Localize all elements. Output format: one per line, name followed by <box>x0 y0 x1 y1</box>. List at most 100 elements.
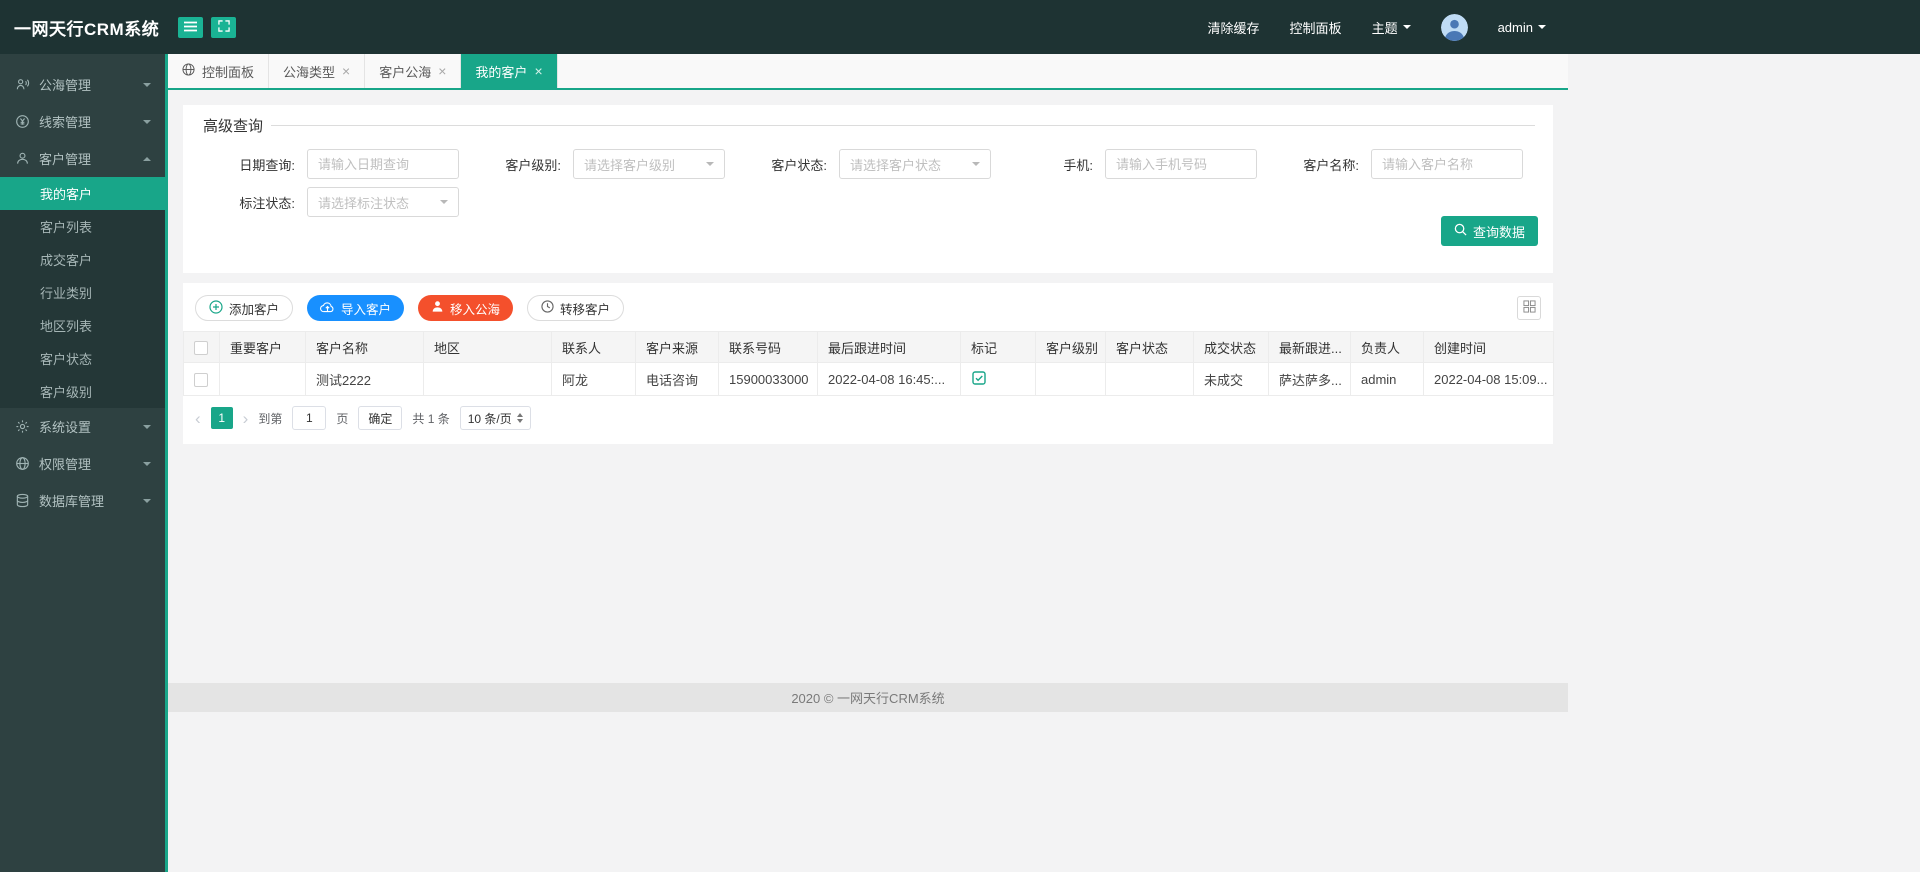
column-header: 联系人 <box>551 331 636 363</box>
button-label: 转移客户 <box>560 302 611 317</box>
import-customer-button[interactable]: 导入客户 <box>307 295 405 321</box>
chevron-down-icon <box>143 498 151 503</box>
chevron-down-icon <box>143 119 151 124</box>
phone-input[interactable] <box>1105 149 1257 179</box>
fullscreen-button[interactable] <box>211 16 236 38</box>
subitem-label: 行业类别 <box>40 286 93 301</box>
next-page-button[interactable]: › <box>243 410 249 427</box>
mark-status-select[interactable]: 请选择标注状态 <box>307 187 459 217</box>
select-placeholder: 请选择客户状态 <box>850 157 942 173</box>
cell-created-time: 2022-04-08 15:09... <box>1423 362 1554 396</box>
select-spinner-icon <box>516 413 523 423</box>
row-checkbox[interactable] <box>194 372 208 387</box>
sidebar-item-customers[interactable]: 客户管理 <box>0 140 165 177</box>
cell-source: 电话咨询 <box>635 362 719 396</box>
column-settings-button[interactable] <box>1517 296 1541 320</box>
tab-close-icon[interactable]: × <box>534 64 542 78</box>
search-data-button[interactable]: 查询数据 <box>1440 216 1538 246</box>
sidebar-item-database[interactable]: 数据库管理 <box>0 482 165 519</box>
cell-contact: 阿龙 <box>551 362 636 396</box>
tab-control-panel[interactable]: 控制面板 <box>168 54 270 88</box>
cell-customer-name: 测试2222 <box>305 362 424 396</box>
customer-level-select[interactable]: 请选择客户级别 <box>573 149 725 179</box>
control-panel-link[interactable]: 控制面板 <box>1290 18 1342 37</box>
app-title: 一网天行CRM系统 <box>14 19 160 39</box>
chevron-down-icon <box>440 200 448 204</box>
query-row-1: 日期查询: 客户级别: 请选择客户级别 客户状态: 请选择客户状态 手机: <box>195 149 1553 179</box>
tab-public-sea-type[interactable]: 公海类型 × <box>269 54 366 88</box>
table-header-row: 重要客户 客户名称 地区 联系人 客户来源 联系号码 最后跟进时间 标记 客户级… <box>183 331 1554 363</box>
transfer-customer-button[interactable]: 转移客户 <box>527 295 625 321</box>
customer-status-select[interactable]: 请选择客户状态 <box>839 149 991 179</box>
hamburger-icon <box>184 20 197 35</box>
announce-icon <box>14 77 30 92</box>
tab-close-icon[interactable]: × <box>438 64 446 78</box>
sidebar-item-public-sea[interactable]: 公海管理 <box>0 66 165 103</box>
sidebar-item-permissions[interactable]: 权限管理 <box>0 445 165 482</box>
sidebar-subitem-customer-status[interactable]: 客户状态 <box>0 342 165 375</box>
cell-phone: 15900033000 <box>718 362 818 396</box>
column-header: 客户名称 <box>305 331 424 363</box>
column-header: 客户来源 <box>635 331 719 363</box>
customer-table: 重要客户 客户名称 地区 联系人 客户来源 联系号码 最后跟进时间 标记 客户级… <box>183 331 1554 396</box>
button-label: 移入公海 <box>450 302 501 317</box>
avatar[interactable] <box>1440 13 1468 41</box>
globe-icon <box>14 456 30 471</box>
tab-label: 我的客户 <box>475 64 528 80</box>
page-size-select[interactable]: 10 条/页 <box>459 406 531 430</box>
user-menu[interactable]: admin <box>1498 20 1546 35</box>
fullscreen-icon <box>217 19 230 35</box>
total-count-label: 共 1 条 <box>412 411 450 426</box>
sidebar-item-system-settings[interactable]: 系统设置 <box>0 408 165 445</box>
person-icon <box>431 300 444 316</box>
sidebar-subitem-customer-list[interactable]: 客户列表 <box>0 210 165 243</box>
sidebar-subitem-my-customers[interactable]: 我的客户 <box>0 177 165 210</box>
sidebar-toggle-button[interactable] <box>178 16 203 38</box>
cell-region <box>423 362 552 396</box>
column-header: 最新跟进... <box>1268 331 1351 363</box>
column-header: 标记 <box>960 331 1036 363</box>
select-all-checkbox[interactable] <box>194 340 208 355</box>
subitem-label: 我的客户 <box>40 187 93 202</box>
move-to-public-sea-button[interactable]: 移入公海 <box>418 295 514 321</box>
gear-icon <box>14 419 30 434</box>
date-query-input[interactable] <box>307 149 459 179</box>
cell-important <box>219 362 306 396</box>
query-row-2: 标注状态: 请选择标注状态 <box>195 187 1553 217</box>
sidebar-subitem-customer-level[interactable]: 客户级别 <box>0 375 165 408</box>
mark-check-icon[interactable] <box>971 370 987 389</box>
clear-cache-link[interactable]: 清除缓存 <box>1208 18 1260 37</box>
customer-name-input[interactable] <box>1371 149 1523 179</box>
column-header: 成交状态 <box>1193 331 1269 363</box>
advanced-query-panel: 高级查询 日期查询: 客户级别: 请选择客户级别 客户状态: 请选择客户状态 <box>183 105 1553 273</box>
theme-menu[interactable]: 主题 <box>1372 18 1411 37</box>
grid-icon <box>1522 300 1536 316</box>
chevron-down-icon <box>143 461 151 466</box>
sidebar-subitem-region-list[interactable]: 地区列表 <box>0 309 165 342</box>
tab-my-customers[interactable]: 我的客户 × <box>461 54 558 88</box>
goto-page-input[interactable] <box>292 406 327 430</box>
sidebar-subitem-industry-category[interactable]: 行业类别 <box>0 276 165 309</box>
page-number-button[interactable]: 1 <box>210 407 233 429</box>
sidebar-subitem-deal-customers[interactable]: 成交客户 <box>0 243 165 276</box>
sidebar-item-leads[interactable]: 线索管理 <box>0 103 165 140</box>
confirm-page-button[interactable]: 确定 <box>358 406 403 430</box>
table-row[interactable]: 测试2222 阿龙 电话咨询 15900033000 2022-04-08 16… <box>183 362 1554 396</box>
prev-page-button[interactable]: ‹ <box>195 410 201 427</box>
footer: 2020 © 一网天行CRM系统 <box>168 683 1568 712</box>
plus-circle-icon <box>209 299 223 317</box>
tab-close-icon[interactable]: × <box>342 64 350 78</box>
select-placeholder: 请选择客户级别 <box>584 157 676 173</box>
goto-prefix-label: 到第 <box>258 411 283 426</box>
coin-icon <box>14 114 30 129</box>
query-legend: 高级查询 <box>203 118 264 135</box>
tab-customer-public-sea[interactable]: 客户公海 × <box>365 54 462 88</box>
cell-latest-follow: 萨达萨多... <box>1268 362 1351 396</box>
add-customer-button[interactable]: 添加客户 <box>195 295 294 321</box>
button-label: 导入客户 <box>341 302 392 317</box>
sidebar: 公海管理 线索管理 客户管理 我的客户 客户列表 成交客户 行业类别 地区列表 … <box>0 54 165 872</box>
cloud-upload-icon <box>320 301 335 316</box>
cell-level <box>1035 362 1106 396</box>
globe-icon <box>182 63 195 79</box>
column-header: 客户状态 <box>1105 331 1194 363</box>
